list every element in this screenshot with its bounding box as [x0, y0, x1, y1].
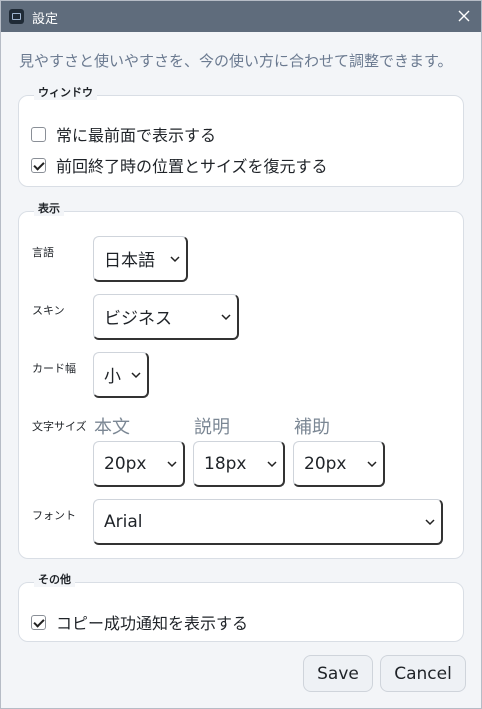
close-icon	[458, 10, 470, 22]
description-size-label: 説明	[194, 417, 230, 438]
skin-label: スキン	[32, 304, 65, 317]
chevron-down-icon	[167, 460, 177, 467]
settings-window: 設定 見やすさと使いやすさを、今の使い方に合わせて調整できます。 ウィンドウ 常…	[0, 0, 482, 709]
copy-notify-checkbox[interactable]	[31, 614, 46, 630]
copy-notify-option[interactable]: コピー成功通知を表示する	[31, 610, 248, 634]
chevron-down-icon	[170, 255, 180, 262]
description-size-value: 18px	[204, 453, 247, 474]
close-button[interactable]	[453, 5, 475, 27]
always-on-top-option[interactable]: 常に最前面で表示する	[31, 122, 216, 146]
font-select[interactable]: Arial	[93, 499, 443, 545]
display-section: 表示 言語 日本語 スキン ビジネス カード幅 小 文字サイズ 本文 説明 補助…	[18, 200, 464, 559]
auxiliary-size-select[interactable]: 20px	[293, 441, 385, 487]
copy-notify-label: コピー成功通知を表示する	[56, 614, 249, 633]
other-section-legend: その他	[34, 571, 75, 587]
app-icon	[9, 9, 24, 24]
restore-position-checkbox[interactable]	[31, 157, 46, 173]
description-size-select[interactable]: 18px	[193, 441, 285, 487]
skin-value: ビジネス	[104, 309, 172, 329]
auxiliary-size-value: 20px	[304, 453, 347, 474]
window-title: 設定	[32, 12, 59, 27]
chevron-down-icon	[221, 313, 231, 320]
chevron-down-icon	[267, 460, 277, 467]
restore-position-option[interactable]: 前回終了時の位置とサイズを復元する	[31, 153, 328, 177]
font-value: Arial	[104, 511, 143, 532]
font-label: フォント	[32, 509, 76, 522]
title-bar: 設定	[1, 1, 481, 32]
other-section: その他 コピー成功通知を表示する	[18, 571, 464, 642]
display-section-legend: 表示	[34, 200, 64, 216]
card-width-select[interactable]: 小	[93, 352, 149, 398]
always-on-top-checkbox[interactable]	[31, 126, 46, 142]
save-button[interactable]: Save	[303, 655, 373, 692]
body-size-label: 本文	[94, 417, 130, 438]
intro-text: 見やすさと使いやすさを、今の使い方に合わせて調整できます。	[19, 52, 453, 70]
always-on-top-label: 常に最前面で表示する	[56, 126, 217, 145]
body-size-select[interactable]: 20px	[93, 441, 185, 487]
body-size-value: 20px	[104, 453, 147, 474]
language-value: 日本語	[104, 251, 155, 271]
card-width-value: 小	[104, 367, 121, 387]
chevron-down-icon	[131, 371, 141, 378]
auxiliary-size-label: 補助	[294, 417, 330, 438]
language-label: 言語	[32, 246, 54, 259]
font-size-label: 文字サイズ	[32, 420, 87, 433]
chevron-down-icon	[367, 460, 377, 467]
chevron-down-icon	[425, 518, 435, 525]
skin-select[interactable]: ビジネス	[93, 294, 239, 340]
language-select[interactable]: 日本語	[93, 236, 188, 282]
card-width-label: カード幅	[32, 362, 76, 375]
cancel-button[interactable]: Cancel	[380, 655, 466, 692]
window-section: ウィンドウ 常に最前面で表示する 前回終了時の位置とサイズを復元する	[18, 84, 464, 187]
restore-position-label: 前回終了時の位置とサイズを復元する	[56, 157, 328, 176]
window-section-legend: ウィンドウ	[34, 84, 97, 100]
